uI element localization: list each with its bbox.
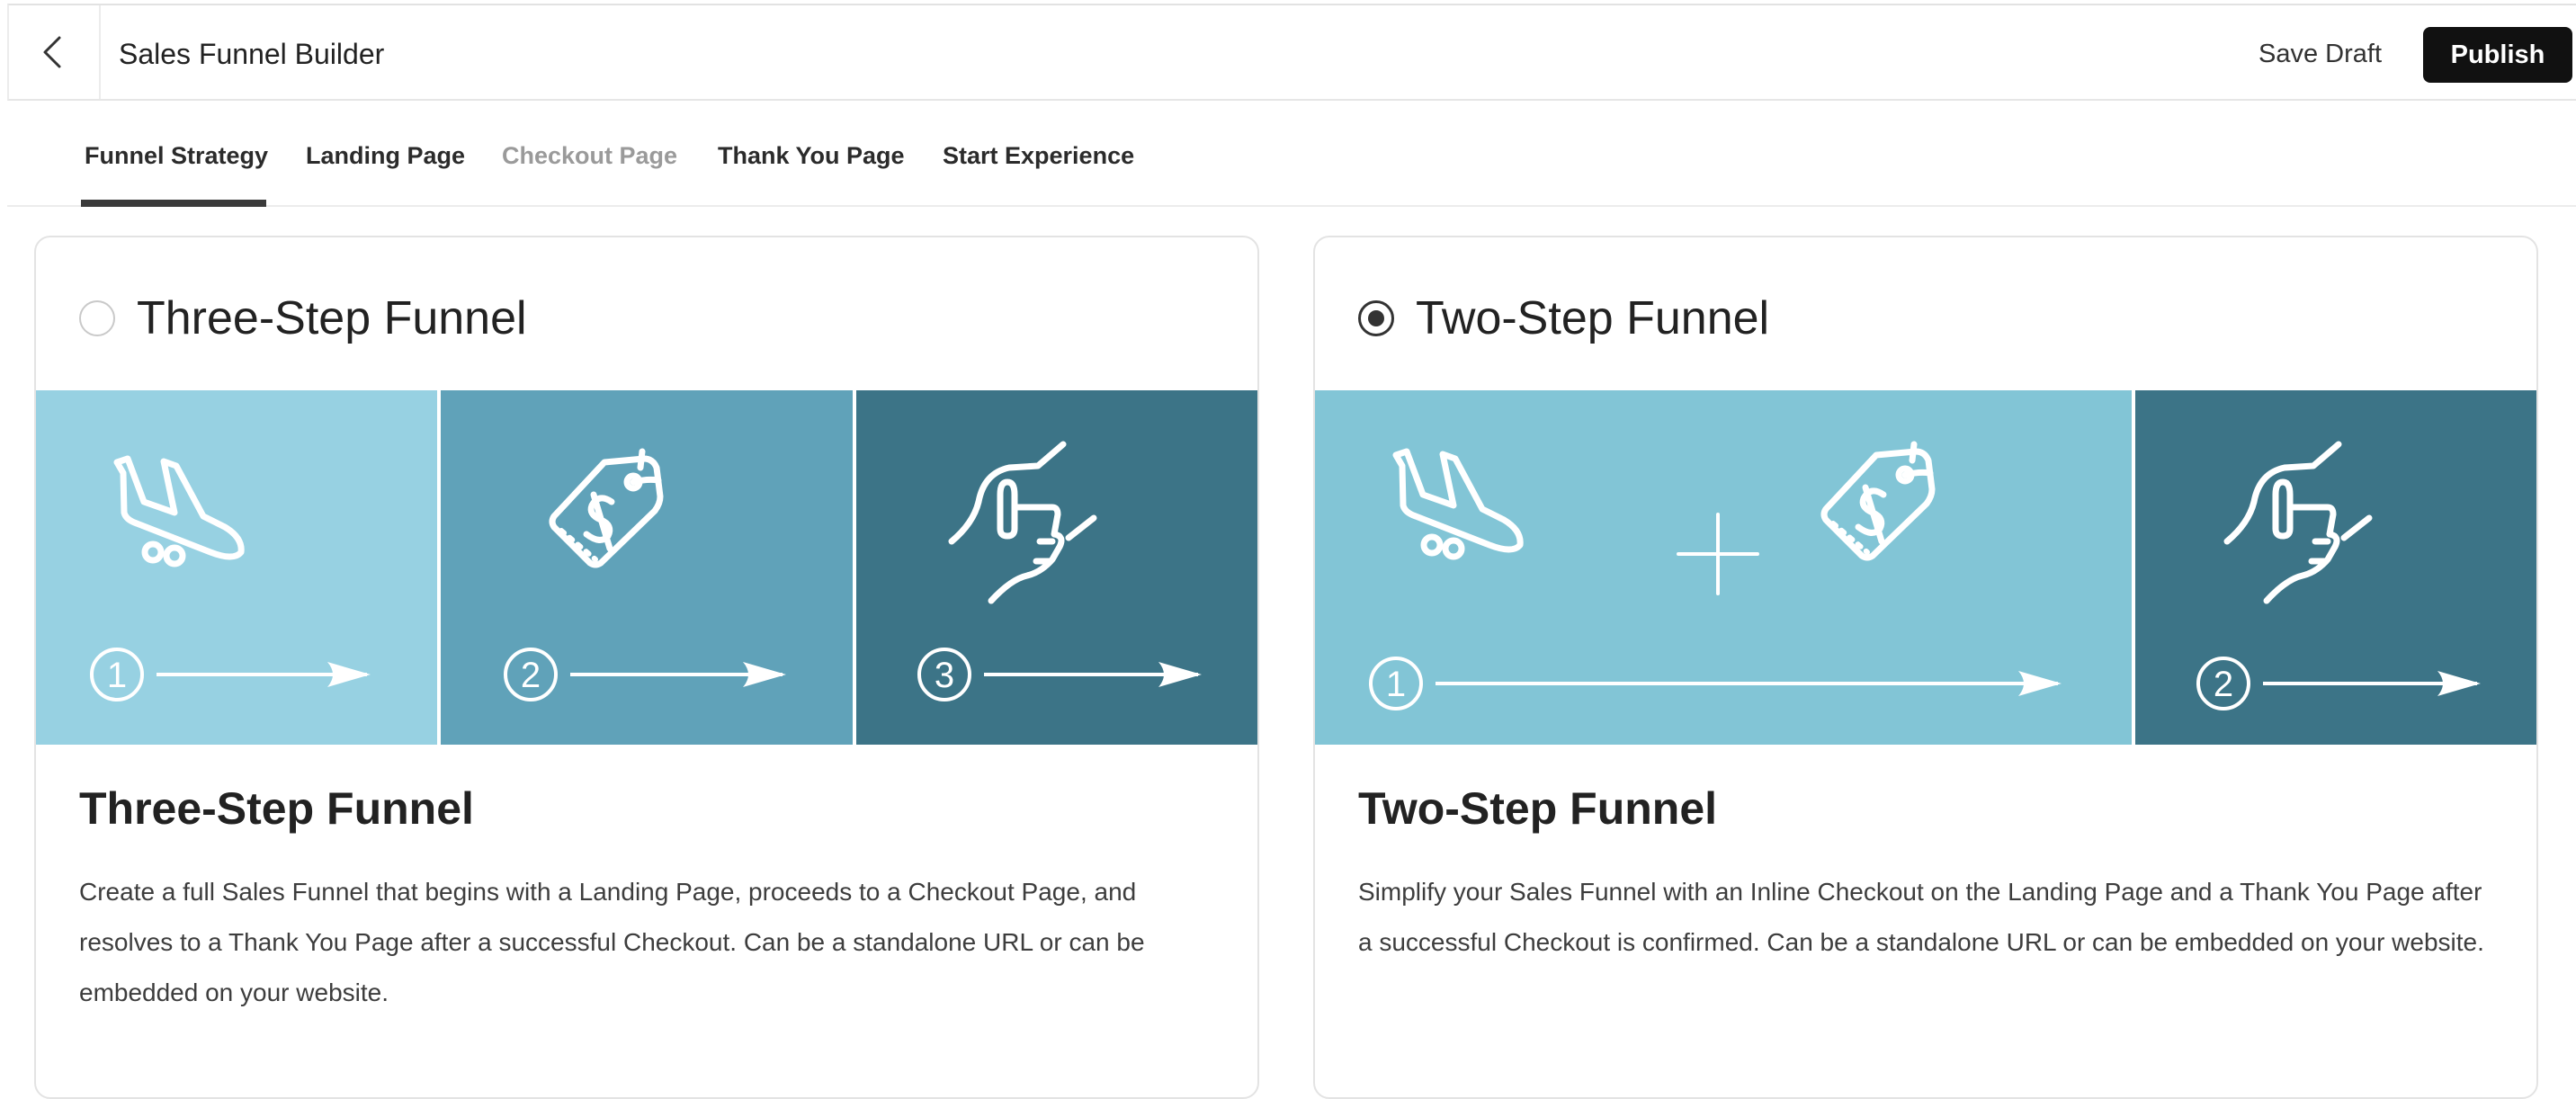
tab-landing-page[interactable]: Landing Page <box>306 142 465 170</box>
step-number-2: 2 <box>2214 665 2233 704</box>
step-number-2: 2 <box>521 656 541 695</box>
card-header: Three-Step Funnel <box>36 237 1257 390</box>
two-step-radio[interactable] <box>1358 300 1394 336</box>
tab-start-experience[interactable]: Start Experience <box>943 142 1134 170</box>
card-title: Three-Step Funnel <box>79 783 474 834</box>
publish-button[interactable]: Publish <box>2423 27 2572 83</box>
tab-bar: Funnel Strategy Landing Page Checkout Pa… <box>7 103 2576 207</box>
card-description: Create a full Sales Funnel that begins w… <box>79 878 1145 1006</box>
three-step-radio[interactable] <box>79 300 115 336</box>
top-bar: Sales Funnel Builder Save Draft Publish <box>7 4 2576 101</box>
three-step-illustration: 1 2 3 <box>36 390 1257 745</box>
step-number-1: 1 <box>1386 665 1406 704</box>
step-number-1: 1 <box>107 656 127 695</box>
card-header-title: Two-Step Funnel <box>1416 292 1770 344</box>
card-header-title: Three-Step Funnel <box>137 292 527 344</box>
two-step-funnel-card[interactable]: Two-Step Funnel 1 2 Two-Step Funnel Simp… <box>1313 236 2538 1099</box>
back-button[interactable] <box>9 5 101 99</box>
tab-thank-you-page[interactable]: Thank You Page <box>718 142 905 170</box>
step-number-3: 3 <box>935 656 954 695</box>
active-tab-indicator <box>81 200 266 207</box>
card-header: Two-Step Funnel <box>1315 237 2536 390</box>
two-step-illustration: 1 2 <box>1315 390 2536 745</box>
card-title: Two-Step Funnel <box>1358 783 1718 834</box>
three-step-funnel-card[interactable]: Three-Step Funnel 1 2 3 Three-Step Funne… <box>34 236 1259 1099</box>
tab-checkout-page[interactable]: Checkout Page <box>502 142 677 170</box>
tab-funnel-strategy[interactable]: Funnel Strategy <box>85 142 268 170</box>
chevron-left-icon <box>43 36 61 68</box>
app-title: Sales Funnel Builder <box>119 38 385 70</box>
save-draft-button[interactable]: Save Draft <box>2258 40 2382 69</box>
card-description: Simplify your Sales Funnel with an Inlin… <box>1358 878 2484 956</box>
